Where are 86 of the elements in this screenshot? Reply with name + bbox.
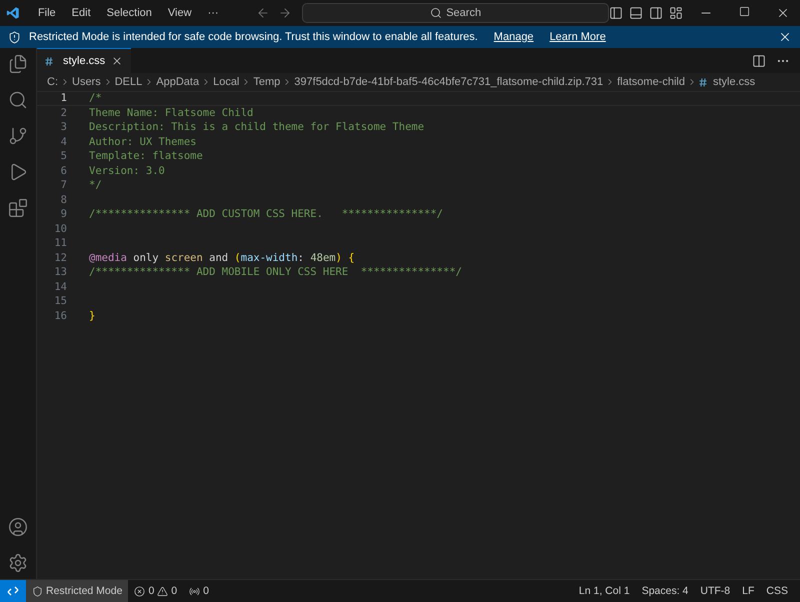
panel-bottom-icon[interactable] <box>629 6 643 20</box>
line-number: 2 <box>60 106 68 119</box>
line-number: 13 <box>53 266 68 278</box>
ports-icon <box>189 586 200 596</box>
app-logo-icon <box>6 6 20 20</box>
error-icon <box>134 586 146 596</box>
line-number: 8 <box>60 194 68 206</box>
remote-icon <box>7 585 19 597</box>
close-icon[interactable] <box>111 55 124 67</box>
tab-label: style.css <box>63 55 106 67</box>
line-number: 11 <box>53 237 68 250</box>
code-line: Version: 3.0 <box>89 164 165 177</box>
line-number: 7 <box>60 179 68 192</box>
search-placeholder: Search <box>446 7 482 19</box>
layout-icon[interactable] <box>669 6 683 20</box>
search-field[interactable]: Search <box>302 3 609 23</box>
mode-label: Restricted Mode <box>46 585 122 597</box>
close-icon[interactable] <box>776 6 790 20</box>
search-icon[interactable] <box>8 90 28 110</box>
line-number: 12 <box>53 252 68 264</box>
status-item[interactable]: UTF-8 <box>694 585 736 597</box>
breadcrumb-item[interactable]: AppData <box>156 76 200 88</box>
search-icon <box>430 7 442 19</box>
settings-icon[interactable] <box>8 553 28 573</box>
account-icon[interactable] <box>8 517 28 537</box>
warning-count[interactable]: 0 <box>171 585 178 597</box>
panel-right-icon[interactable] <box>649 6 663 20</box>
shield-icon <box>32 586 43 596</box>
files-icon[interactable] <box>8 54 28 74</box>
code-line: } <box>89 310 96 322</box>
status-item[interactable]: LF <box>736 585 760 597</box>
menu-item[interactable]: File <box>30 7 64 19</box>
status-item[interactable]: CSS <box>760 585 794 597</box>
line-number: 5 <box>60 150 68 162</box>
more-menu[interactable]: ··· <box>200 7 227 19</box>
menu-item[interactable]: Selection <box>98 7 160 19</box>
line-number: 9 <box>60 208 68 220</box>
code-line: Theme Name: Flatsome Child <box>89 106 254 119</box>
error-count[interactable]: 0 <box>148 585 154 597</box>
line-number: 15 <box>53 295 68 308</box>
breadcrumb-item[interactable]: Local <box>213 76 240 88</box>
split-editor-icon[interactable] <box>752 54 766 68</box>
line-number: 16 <box>53 310 68 322</box>
code-line: /*************** ADD MOBILE ONLY CSS HERE ***************/ <box>89 266 462 278</box>
banner-message: Restricted Mode is intended for safe code browsing. Trust this window to enable all features. <box>29 31 478 43</box>
extensions-icon[interactable] <box>8 198 28 218</box>
remote-button[interactable] <box>0 580 26 602</box>
code-line: Template: flatsome <box>89 150 203 162</box>
breadcrumb-item[interactable]: Users <box>72 76 101 88</box>
breadcrumb-item[interactable]: 397f5dcd-b7de-41bf-baf5-46c4bfe7c731_flatsome-child.zip.731 <box>294 76 604 88</box>
menu-item[interactable]: View <box>160 7 200 19</box>
breadcrumb-item[interactable]: Temp <box>253 76 280 88</box>
status-item[interactable]: Spaces: 4 <box>636 585 694 597</box>
line-number: 4 <box>60 136 68 148</box>
code-line: /*************** ADD CUSTOM CSS HERE. ***************/ <box>89 208 444 220</box>
restricted-mode-status[interactable]: Restricted Mode <box>26 580 128 602</box>
back-arrow-icon[interactable] <box>256 6 270 20</box>
forward-arrow-icon[interactable] <box>278 6 292 20</box>
code-line: /* <box>89 92 102 104</box>
code-line: Author: UX Themes <box>89 136 196 148</box>
source-control-icon[interactable] <box>8 126 28 146</box>
breadcrumb-item[interactable]: DELL <box>114 76 142 88</box>
close-icon[interactable] <box>778 30 792 44</box>
panel-left-icon[interactable] <box>609 6 623 20</box>
hash-icon <box>45 56 53 66</box>
editor-tab[interactable]: style.css <box>37 48 132 73</box>
line-number: 3 <box>60 121 68 134</box>
code-line: @media only screen and (max-width: 48em) { <box>89 252 355 264</box>
banner-link[interactable]: Learn More <box>550 31 606 43</box>
maximize-icon[interactable] <box>739 6 750 17</box>
code-line: */ <box>89 179 102 192</box>
warning-icon <box>157 586 168 596</box>
line-number: 6 <box>60 164 68 177</box>
shield-icon <box>8 30 21 44</box>
ports-count[interactable]: 0 <box>203 585 209 597</box>
code-line: Description: This is a child theme for Flatsome Theme <box>89 121 424 134</box>
breadcrumb-item[interactable]: style.css <box>712 76 756 88</box>
menu-item[interactable]: Edit <box>64 7 99 19</box>
line-number: 10 <box>53 222 68 235</box>
line-number: 1 <box>60 92 68 104</box>
banner-link[interactable]: Manage <box>494 31 534 43</box>
breadcrumb-item[interactable]: C: <box>47 76 58 88</box>
status-item[interactable]: Ln 1, Col 1 <box>572 585 636 597</box>
line-number: 14 <box>53 280 68 293</box>
hash-icon <box>698 78 707 86</box>
breadcrumb-item[interactable]: flatsome-child <box>617 76 685 88</box>
